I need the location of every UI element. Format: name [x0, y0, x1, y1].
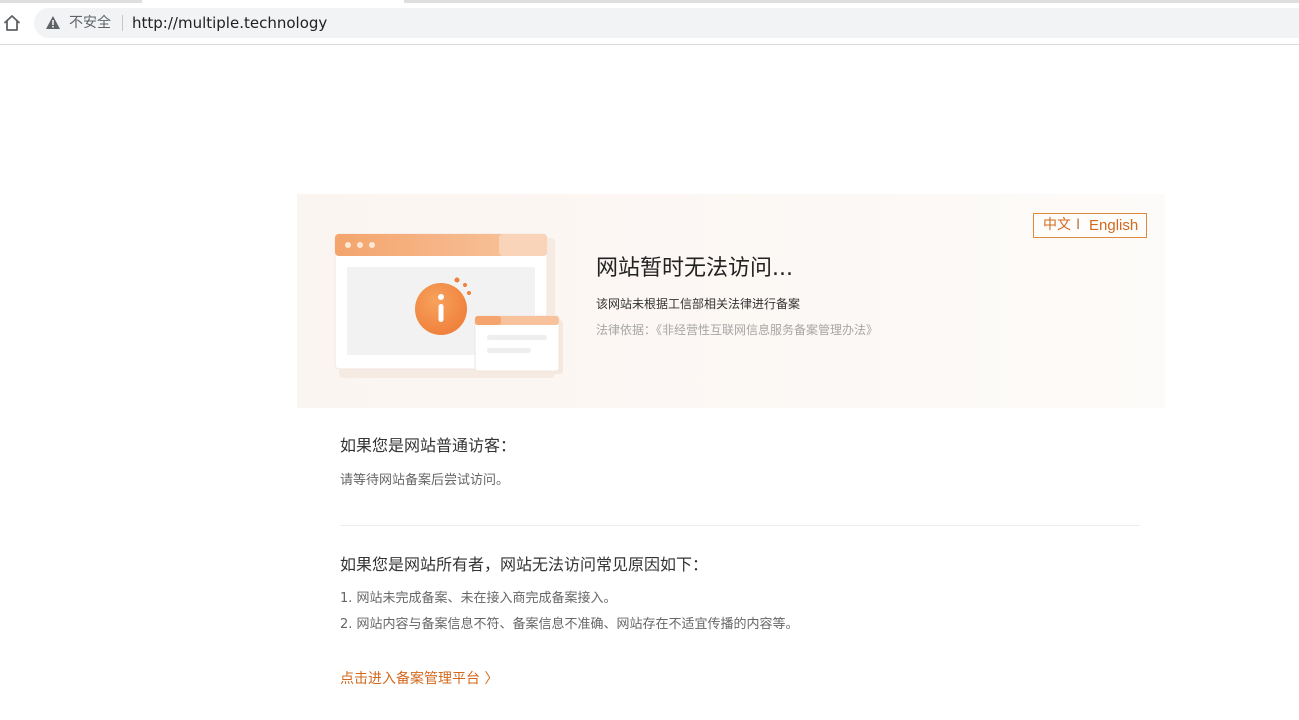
- page-title: 网站暂时无法访问...: [596, 256, 793, 281]
- reason-item-2: 2. 网站内容与备案信息不符、备案信息不准确、网站存在不适宜传播的内容等。: [340, 617, 799, 632]
- security-status-label[interactable]: 不安全: [69, 14, 111, 32]
- tab-strip-right: [404, 0, 1299, 3]
- browser-toolbar: 不安全 http://multiple.technology: [0, 0, 1299, 45]
- address-bar[interactable]: 不安全 http://multiple.technology: [34, 8, 1299, 38]
- url-text[interactable]: http://multiple.technology: [132, 13, 327, 33]
- owner-heading: 如果您是网站所有者，网站无法访问常见原因如下：: [340, 555, 709, 574]
- page-description: 该网站未根据工信部相关法律进行备案: [596, 297, 801, 311]
- browser-error-illustration: [334, 233, 563, 378]
- lang-english-link[interactable]: English: [1089, 214, 1138, 237]
- address-divider: [122, 15, 123, 31]
- home-icon[interactable]: [2, 13, 22, 33]
- notice-banner: 中文 I English 网站暂时无法访问... 该网站未根据工信部相关法律进行…: [297, 194, 1165, 408]
- tab-strip-left: [0, 0, 142, 3]
- visitor-text: 请等待网站备案后尝试访问。: [340, 473, 510, 488]
- filing-platform-link[interactable]: 点击进入备案管理平台 〉: [340, 669, 498, 689]
- reason-item-1: 1. 网站未完成备案、未在接入商完成备案接入。: [340, 591, 617, 606]
- lang-separator: I: [1076, 217, 1081, 233]
- warning-icon[interactable]: [45, 15, 61, 30]
- visitor-heading: 如果您是网站普通访客：: [340, 436, 517, 455]
- law-basis-text: 法律依据：《非经营性互联网信息服务备案管理办法》: [596, 323, 879, 337]
- section-divider: [340, 525, 1140, 526]
- language-switch: 中文 I English: [1033, 213, 1147, 238]
- lang-chinese-link[interactable]: 中文: [1043, 214, 1071, 237]
